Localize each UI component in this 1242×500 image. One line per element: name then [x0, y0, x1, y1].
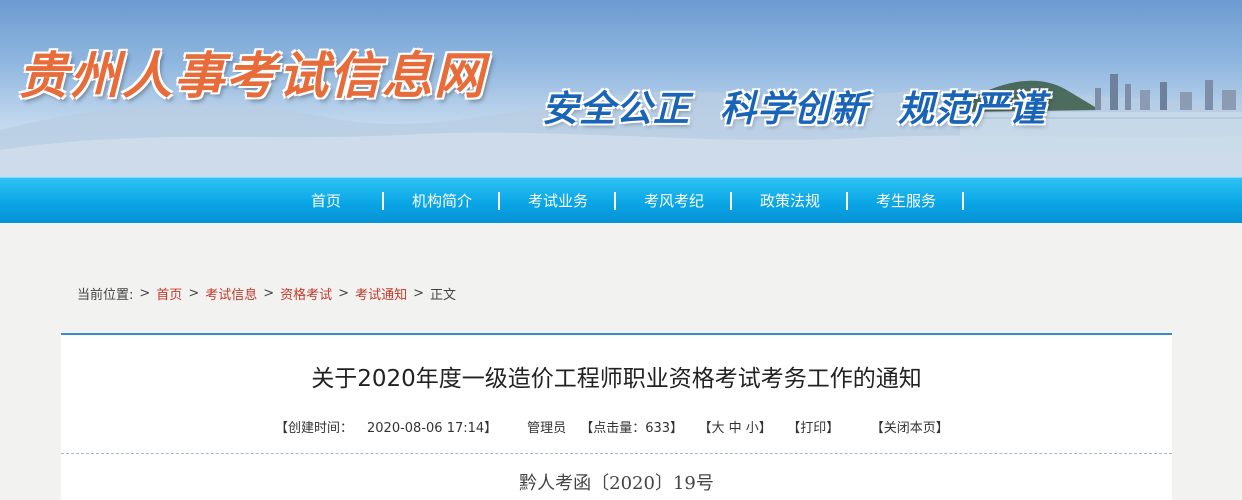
nav-item-exam-discipline[interactable]: 考风考纪 [616, 178, 732, 224]
breadcrumb-qualification-exam[interactable]: 资格考试 [280, 284, 332, 303]
created-value: 2020-08-06 17:14】 [367, 421, 498, 436]
breadcrumb-separator: > [139, 286, 151, 301]
article-meta: 【创建时间： 2020-08-06 17:14】 管理员 【点击量：633】 【大 中 … [275, 417, 971, 436]
breadcrumb-separator: > [188, 286, 200, 301]
slogan-part-1: 安全公正 [542, 88, 691, 130]
nav-item-policies[interactable]: 政策法规 [732, 178, 848, 224]
font-size-control[interactable]: 【大 中 小】 [705, 421, 772, 436]
meta-divider [61, 453, 1172, 454]
nav-item-home[interactable]: 首页 [268, 178, 384, 224]
breadcrumb-exam-info[interactable]: 考试信息 [205, 284, 257, 303]
breadcrumb-separator: > [263, 286, 275, 301]
nav-item-exam-business[interactable]: 考试业务 [500, 178, 616, 224]
created-label: 【创建时间： [275, 421, 354, 436]
header-banner: 贵州人事考试信息网 安全公正 科学创新 规范严谨 [0, 0, 1242, 177]
document-number: 黔人考函〔2020〕19号 [519, 473, 714, 494]
breadcrumb-label: 当前位置: [77, 288, 134, 303]
breadcrumb-exam-notice[interactable]: 考试通知 [355, 284, 407, 303]
slogan: 安全公正 科学创新 规范严谨 [542, 80, 1076, 132]
nav-item-candidate-services[interactable]: 考生服务 [848, 178, 964, 224]
breadcrumb-separator: > [338, 286, 350, 301]
breadcrumb-home[interactable]: 首页 [156, 284, 182, 303]
article-panel: 关于2020年度一级造价工程师职业资格考试考务工作的通知 【创建时间： 2020-… [61, 333, 1172, 500]
slogan-part-2: 科学创新 [720, 88, 869, 130]
slogan-part-3: 规范严谨 [898, 88, 1047, 130]
site-title: 贵州人事考试信息网 [18, 46, 486, 105]
article-title: 关于2020年度一级造价工程师职业资格考试考务工作的通知 [311, 366, 922, 392]
print-button[interactable]: 【打印】 [794, 421, 840, 436]
main-nav: 首页 机构简介 考试业务 考风考纪 政策法规 考生服务 [0, 177, 1242, 223]
close-page-button[interactable]: 【关闭本页】 [877, 421, 949, 436]
breadcrumb-separator: > [413, 286, 424, 301]
view-count: 【点击量：633】 [580, 421, 684, 436]
author: 管理员 [527, 421, 567, 436]
nav-item-about[interactable]: 机构简介 [384, 178, 500, 224]
breadcrumb: 当前位置: > 首页 > 考试信息 > 资格考试 > 考试通知 > 正文 [77, 284, 456, 303]
breadcrumb-current: 正文 [429, 288, 456, 303]
